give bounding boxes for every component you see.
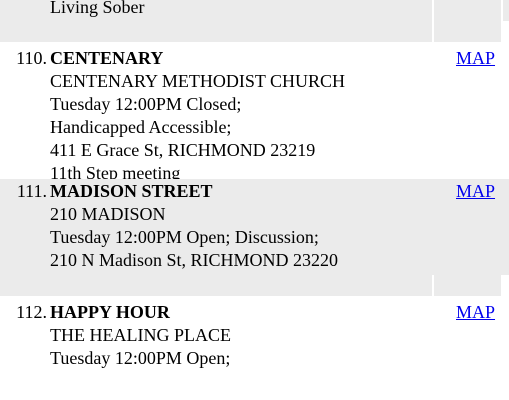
column-divider (432, 0, 434, 21)
meeting-entry: 112. HAPPY HOUR THE HEALING PLACE Tuesda… (0, 300, 509, 380)
row-separator (0, 275, 509, 300)
row-separator (0, 21, 509, 46)
meeting-name: CENTENARY (50, 48, 164, 68)
meeting-details: CENTENARY CENTENARY METHODIST CHURCH Tue… (50, 47, 345, 185)
meeting-number: 110. (16, 48, 47, 68)
meeting-details: HAPPY HOUR THE HEALING PLACE Tuesday 12:… (50, 301, 231, 370)
meeting-address: 210 N Madison St, RICHMOND 23220 (50, 250, 339, 270)
meeting-entry: 110. CENTENARY CENTENARY METHODIST CHURC… (0, 46, 509, 183)
map-link[interactable]: MAP (456, 47, 495, 70)
meeting-location: 210 MADISON (50, 204, 166, 224)
map-link[interactable]: MAP (456, 180, 495, 203)
meeting-location: CENTENARY METHODIST CHURCH (50, 71, 346, 91)
meeting-time: Tuesday 12:00PM Open; (50, 348, 231, 368)
map-link[interactable]: MAP (456, 301, 495, 324)
meeting-name: MADISON STREET (50, 181, 213, 201)
meeting-note: Living Sober (50, 0, 145, 17)
meeting-entry: 111. MADISON STREET 210 MADISON Tuesday … (0, 179, 509, 275)
meeting-number: 112. (16, 302, 47, 322)
meeting-details: MADISON STREET 210 MADISON Tuesday 12:00… (50, 180, 338, 272)
meeting-number: 111. (16, 181, 47, 201)
meeting-time: Tuesday 12:00PM Open; Discussion; (50, 227, 319, 247)
meeting-time: Tuesday 12:00PM Closed; (50, 94, 242, 114)
meeting-accessibility: Handicapped Accessible; (50, 117, 232, 137)
meeting-address: 411 E Grace St, RICHMOND 23219 (50, 140, 316, 160)
meeting-list: Living Sober 110. CENTENARY CENTENARY ME… (0, 0, 509, 380)
meeting-location: THE HEALING PLACE (50, 325, 231, 345)
column-divider (501, 0, 503, 21)
meeting-name: HAPPY HOUR (50, 302, 170, 322)
